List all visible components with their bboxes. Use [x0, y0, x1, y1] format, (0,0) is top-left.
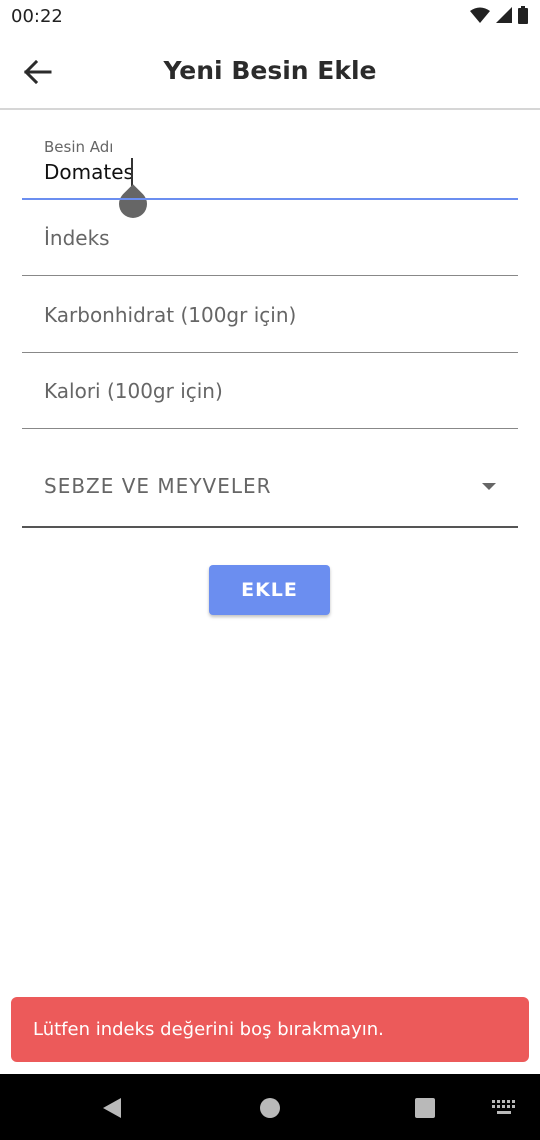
snackbar-message: Lütfen indeks değerini boş bırakmayın.: [33, 1019, 384, 1040]
status-bar: 00:22: [0, 0, 540, 34]
calorie-placeholder: Kalori (100gr için): [44, 379, 223, 403]
index-field[interactable]: İndeks: [22, 205, 518, 277]
food-name-value[interactable]: Domates: [44, 160, 134, 184]
back-triangle-icon[interactable]: [103, 1098, 121, 1118]
food-name-underline: [22, 198, 518, 200]
index-underline: [22, 275, 518, 276]
home-circle-icon[interactable]: [260, 1098, 280, 1118]
category-selected: SEBZE VE MEYVELER: [44, 474, 272, 498]
recents-square-icon[interactable]: [415, 1098, 435, 1118]
food-name-field[interactable]: Besin Adı Domates: [22, 130, 518, 224]
index-placeholder: İndeks: [44, 226, 110, 250]
carb-placeholder: Karbonhidrat (100gr için): [44, 303, 297, 327]
status-icons: [470, 6, 528, 24]
app-bar: Yeni Besin Ekle: [0, 34, 540, 110]
status-time: 00:22: [11, 6, 63, 27]
category-underline: [22, 526, 518, 528]
carb-underline: [22, 352, 518, 353]
battery-icon: [518, 6, 528, 24]
dropdown-arrow-icon: [482, 483, 496, 490]
keyboard-icon[interactable]: [492, 1100, 516, 1116]
add-button[interactable]: EKLE: [209, 565, 330, 615]
calorie-field[interactable]: Kalori (100gr için): [22, 358, 518, 430]
category-dropdown[interactable]: SEBZE VE MEYVELER: [22, 440, 518, 528]
error-snackbar: Lütfen indeks değerini boş bırakmayın.: [11, 997, 529, 1062]
signal-icon: [496, 7, 512, 23]
page-title: Yeni Besin Ekle: [163, 56, 377, 85]
carb-field[interactable]: Karbonhidrat (100gr için): [22, 282, 518, 354]
text-cursor: [131, 158, 133, 186]
wifi-icon: [470, 7, 490, 23]
calorie-underline: [22, 428, 518, 429]
system-nav-bar: [0, 1074, 540, 1140]
food-name-label: Besin Adı: [44, 138, 114, 156]
